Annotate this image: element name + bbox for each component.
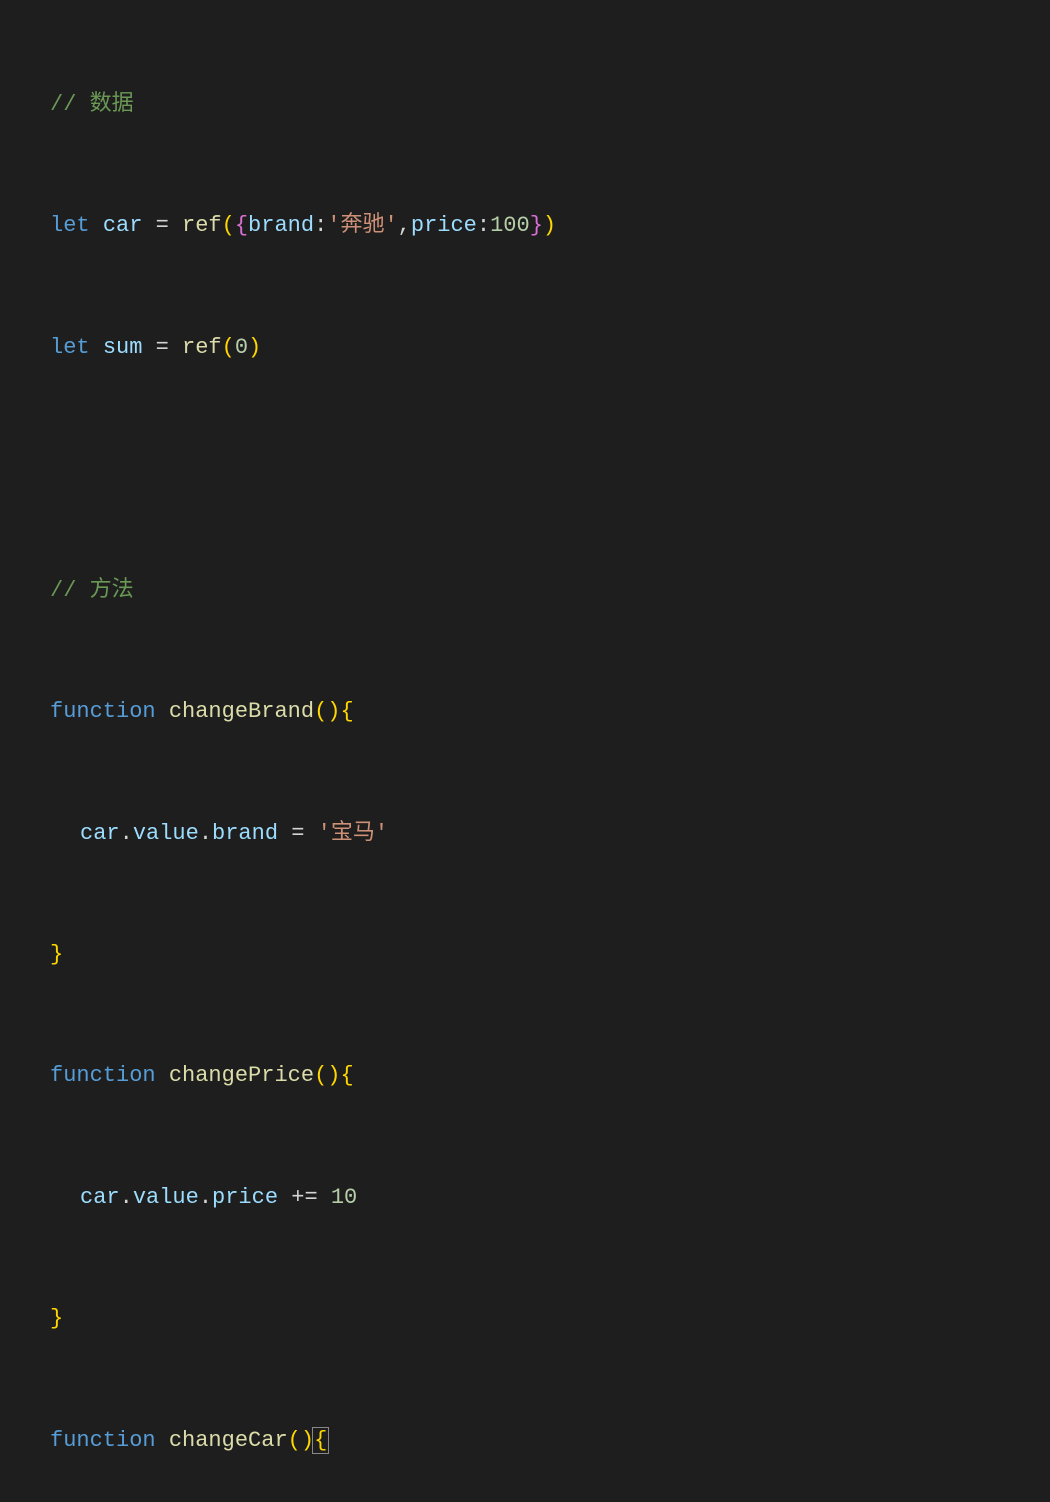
property: price (411, 213, 477, 238)
function-name: changePrice (169, 1063, 314, 1088)
comment-text: // 方法 (50, 578, 134, 603)
code-line[interactable]: function changeBrand(){ (0, 692, 1050, 733)
string-literal: '奔驰' (327, 213, 397, 238)
brace-close: } (530, 213, 543, 238)
paren-open: ( (222, 335, 235, 360)
keyword: function (50, 1063, 156, 1088)
code-line[interactable]: // 方法 (0, 571, 1050, 612)
string-literal: '宝马' (318, 821, 388, 846)
brace-close: } (50, 942, 63, 967)
comma: , (398, 213, 411, 238)
comment-text: // 数据 (50, 92, 134, 117)
dot: . (199, 821, 212, 846)
brace-open: { (340, 1063, 353, 1088)
code-line[interactable]: car.value.brand = '宝马' (0, 814, 1050, 855)
operator: = (142, 213, 182, 238)
dot: . (120, 1185, 133, 1210)
code-line[interactable]: // 数据 (0, 85, 1050, 126)
keyword: function (50, 1428, 156, 1453)
code-line[interactable] (0, 449, 1050, 490)
property: value (133, 821, 199, 846)
code-editor[interactable]: // 数据 let car = ref({brand:'奔驰',price:10… (0, 0, 1050, 1502)
code-line[interactable]: } (0, 935, 1050, 976)
property: brand (248, 213, 314, 238)
brace-open: { (235, 213, 248, 238)
brace-close: } (50, 1306, 63, 1331)
function-name: changeBrand (169, 699, 314, 724)
colon: : (314, 213, 327, 238)
code-line[interactable]: } (0, 1299, 1050, 1340)
function-call: ref (182, 335, 222, 360)
code-line[interactable]: car.value.price += 10 (0, 1178, 1050, 1219)
variable: car (80, 1185, 120, 1210)
property: price (212, 1185, 278, 1210)
variable: car (80, 821, 120, 846)
function-name: changeCar (169, 1428, 288, 1453)
code-line[interactable]: let sum = ref(0) (0, 328, 1050, 369)
function-call: ref (182, 213, 222, 238)
colon: : (477, 213, 490, 238)
parens: () (314, 1063, 340, 1088)
operator: = (278, 821, 318, 846)
property: brand (212, 821, 278, 846)
code-line[interactable]: let car = ref({brand:'奔驰',price:100}) (0, 206, 1050, 247)
number-literal: 100 (490, 213, 530, 238)
property: value (133, 1185, 199, 1210)
code-line[interactable]: function changePrice(){ (0, 1056, 1050, 1097)
paren-close: ) (543, 213, 556, 238)
paren-open: ( (222, 213, 235, 238)
brace-open: { (340, 699, 353, 724)
number-literal: 10 (331, 1185, 357, 1210)
keyword: function (50, 699, 156, 724)
variable: car (103, 213, 143, 238)
dot: . (199, 1185, 212, 1210)
parens: () (288, 1428, 314, 1453)
code-line[interactable]: function changeCar(){ (0, 1421, 1050, 1462)
parens: () (314, 699, 340, 724)
brace-open: { (312, 1427, 329, 1454)
variable: sum (103, 335, 143, 360)
keyword: let (50, 335, 90, 360)
operator: += (278, 1185, 331, 1210)
dot: . (120, 821, 133, 846)
keyword: let (50, 213, 90, 238)
operator: = (142, 335, 182, 360)
number-literal: 0 (235, 335, 248, 360)
paren-close: ) (248, 335, 261, 360)
